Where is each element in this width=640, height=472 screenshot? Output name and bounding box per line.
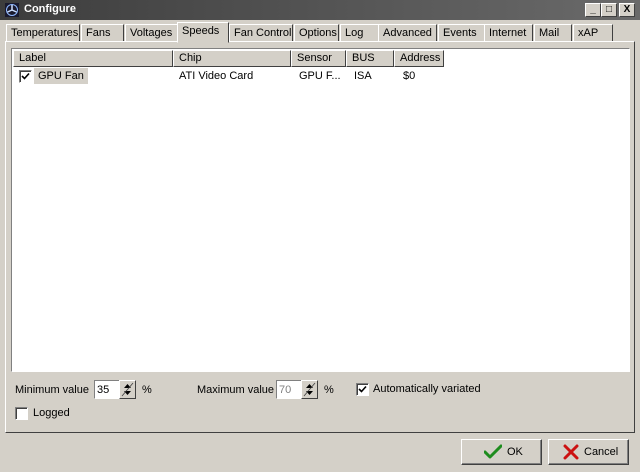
table-row[interactable]: GPU Fan ATI Video Card GPU F... ISA $0	[13, 68, 628, 84]
tab-events[interactable]: Events	[438, 24, 487, 42]
ok-button-label: OK	[507, 446, 523, 458]
tab-options[interactable]: Options	[294, 24, 339, 42]
maximize-button[interactable]: □	[601, 3, 617, 17]
column-header-address[interactable]: Address	[394, 50, 444, 67]
min-value-label: Minimum value	[15, 384, 89, 396]
ok-button[interactable]: OK	[461, 439, 542, 465]
spin-arrows-icon	[121, 382, 134, 397]
fan-settings: Minimum value % Maximum value % Automati…	[11, 374, 630, 429]
max-value-spinner[interactable]	[301, 380, 318, 399]
spin-arrows-icon	[303, 382, 316, 397]
row-address: $0	[403, 70, 416, 82]
column-header-sensor[interactable]: Sensor	[291, 50, 346, 67]
window-title: Configure	[24, 3, 76, 15]
tab-voltages[interactable]: Voltages	[125, 24, 179, 42]
column-header-label[interactable]: Label	[13, 50, 173, 67]
tab-fan-control[interactable]: Fan Control	[229, 24, 293, 42]
column-header-chip[interactable]: Chip	[173, 50, 291, 67]
tab-mail[interactable]: Mail	[534, 24, 572, 42]
title-bar[interactable]: Configure _ □ X	[0, 0, 640, 20]
min-value-input[interactable]	[94, 380, 120, 399]
minimize-button[interactable]: _	[585, 3, 601, 17]
logged-checkbox[interactable]	[15, 407, 28, 420]
row-chip: ATI Video Card	[179, 70, 254, 82]
tab-temperatures[interactable]: Temperatures	[6, 24, 80, 42]
configure-window: Configure _ □ X Temperatures Fans Voltag…	[0, 0, 640, 472]
tab-xap[interactable]: xAP	[573, 24, 613, 42]
row-sensor: GPU F...	[299, 70, 341, 82]
x-icon	[563, 444, 579, 460]
fan-icon	[5, 3, 19, 17]
check-icon	[358, 385, 367, 393]
max-value-unit: %	[324, 384, 334, 396]
row-enabled-checkbox[interactable]	[19, 70, 32, 83]
close-button[interactable]: X	[619, 3, 635, 17]
tab-advanced[interactable]: Advanced	[378, 24, 437, 42]
auto-variated-label: Automatically variated	[373, 383, 481, 395]
tab-internet[interactable]: Internet	[484, 24, 533, 42]
max-value-input[interactable]	[276, 380, 302, 399]
max-value-label: Maximum value	[197, 384, 275, 396]
min-value-spinner[interactable]	[119, 380, 136, 399]
auto-variated-checkbox[interactable]	[356, 383, 369, 396]
min-value-unit: %	[142, 384, 152, 396]
tab-speeds[interactable]: Speeds	[177, 22, 229, 43]
cancel-button-label: Cancel	[584, 446, 619, 458]
tab-log[interactable]: Log	[340, 24, 383, 42]
checkmark-icon	[484, 444, 502, 459]
speeds-list[interactable]: Label Chip Sensor BUS Address GPU Fan AT…	[11, 48, 630, 372]
logged-label: Logged	[33, 407, 70, 419]
column-header-bus[interactable]: BUS	[346, 50, 394, 67]
tab-strip: Temperatures Fans Voltages Speeds Fan Co…	[6, 22, 634, 43]
cancel-button[interactable]: Cancel	[548, 439, 629, 465]
row-label: GPU Fan	[34, 68, 88, 84]
tab-fans[interactable]: Fans	[81, 24, 124, 42]
row-bus: ISA	[354, 70, 372, 82]
check-icon	[21, 72, 30, 80]
